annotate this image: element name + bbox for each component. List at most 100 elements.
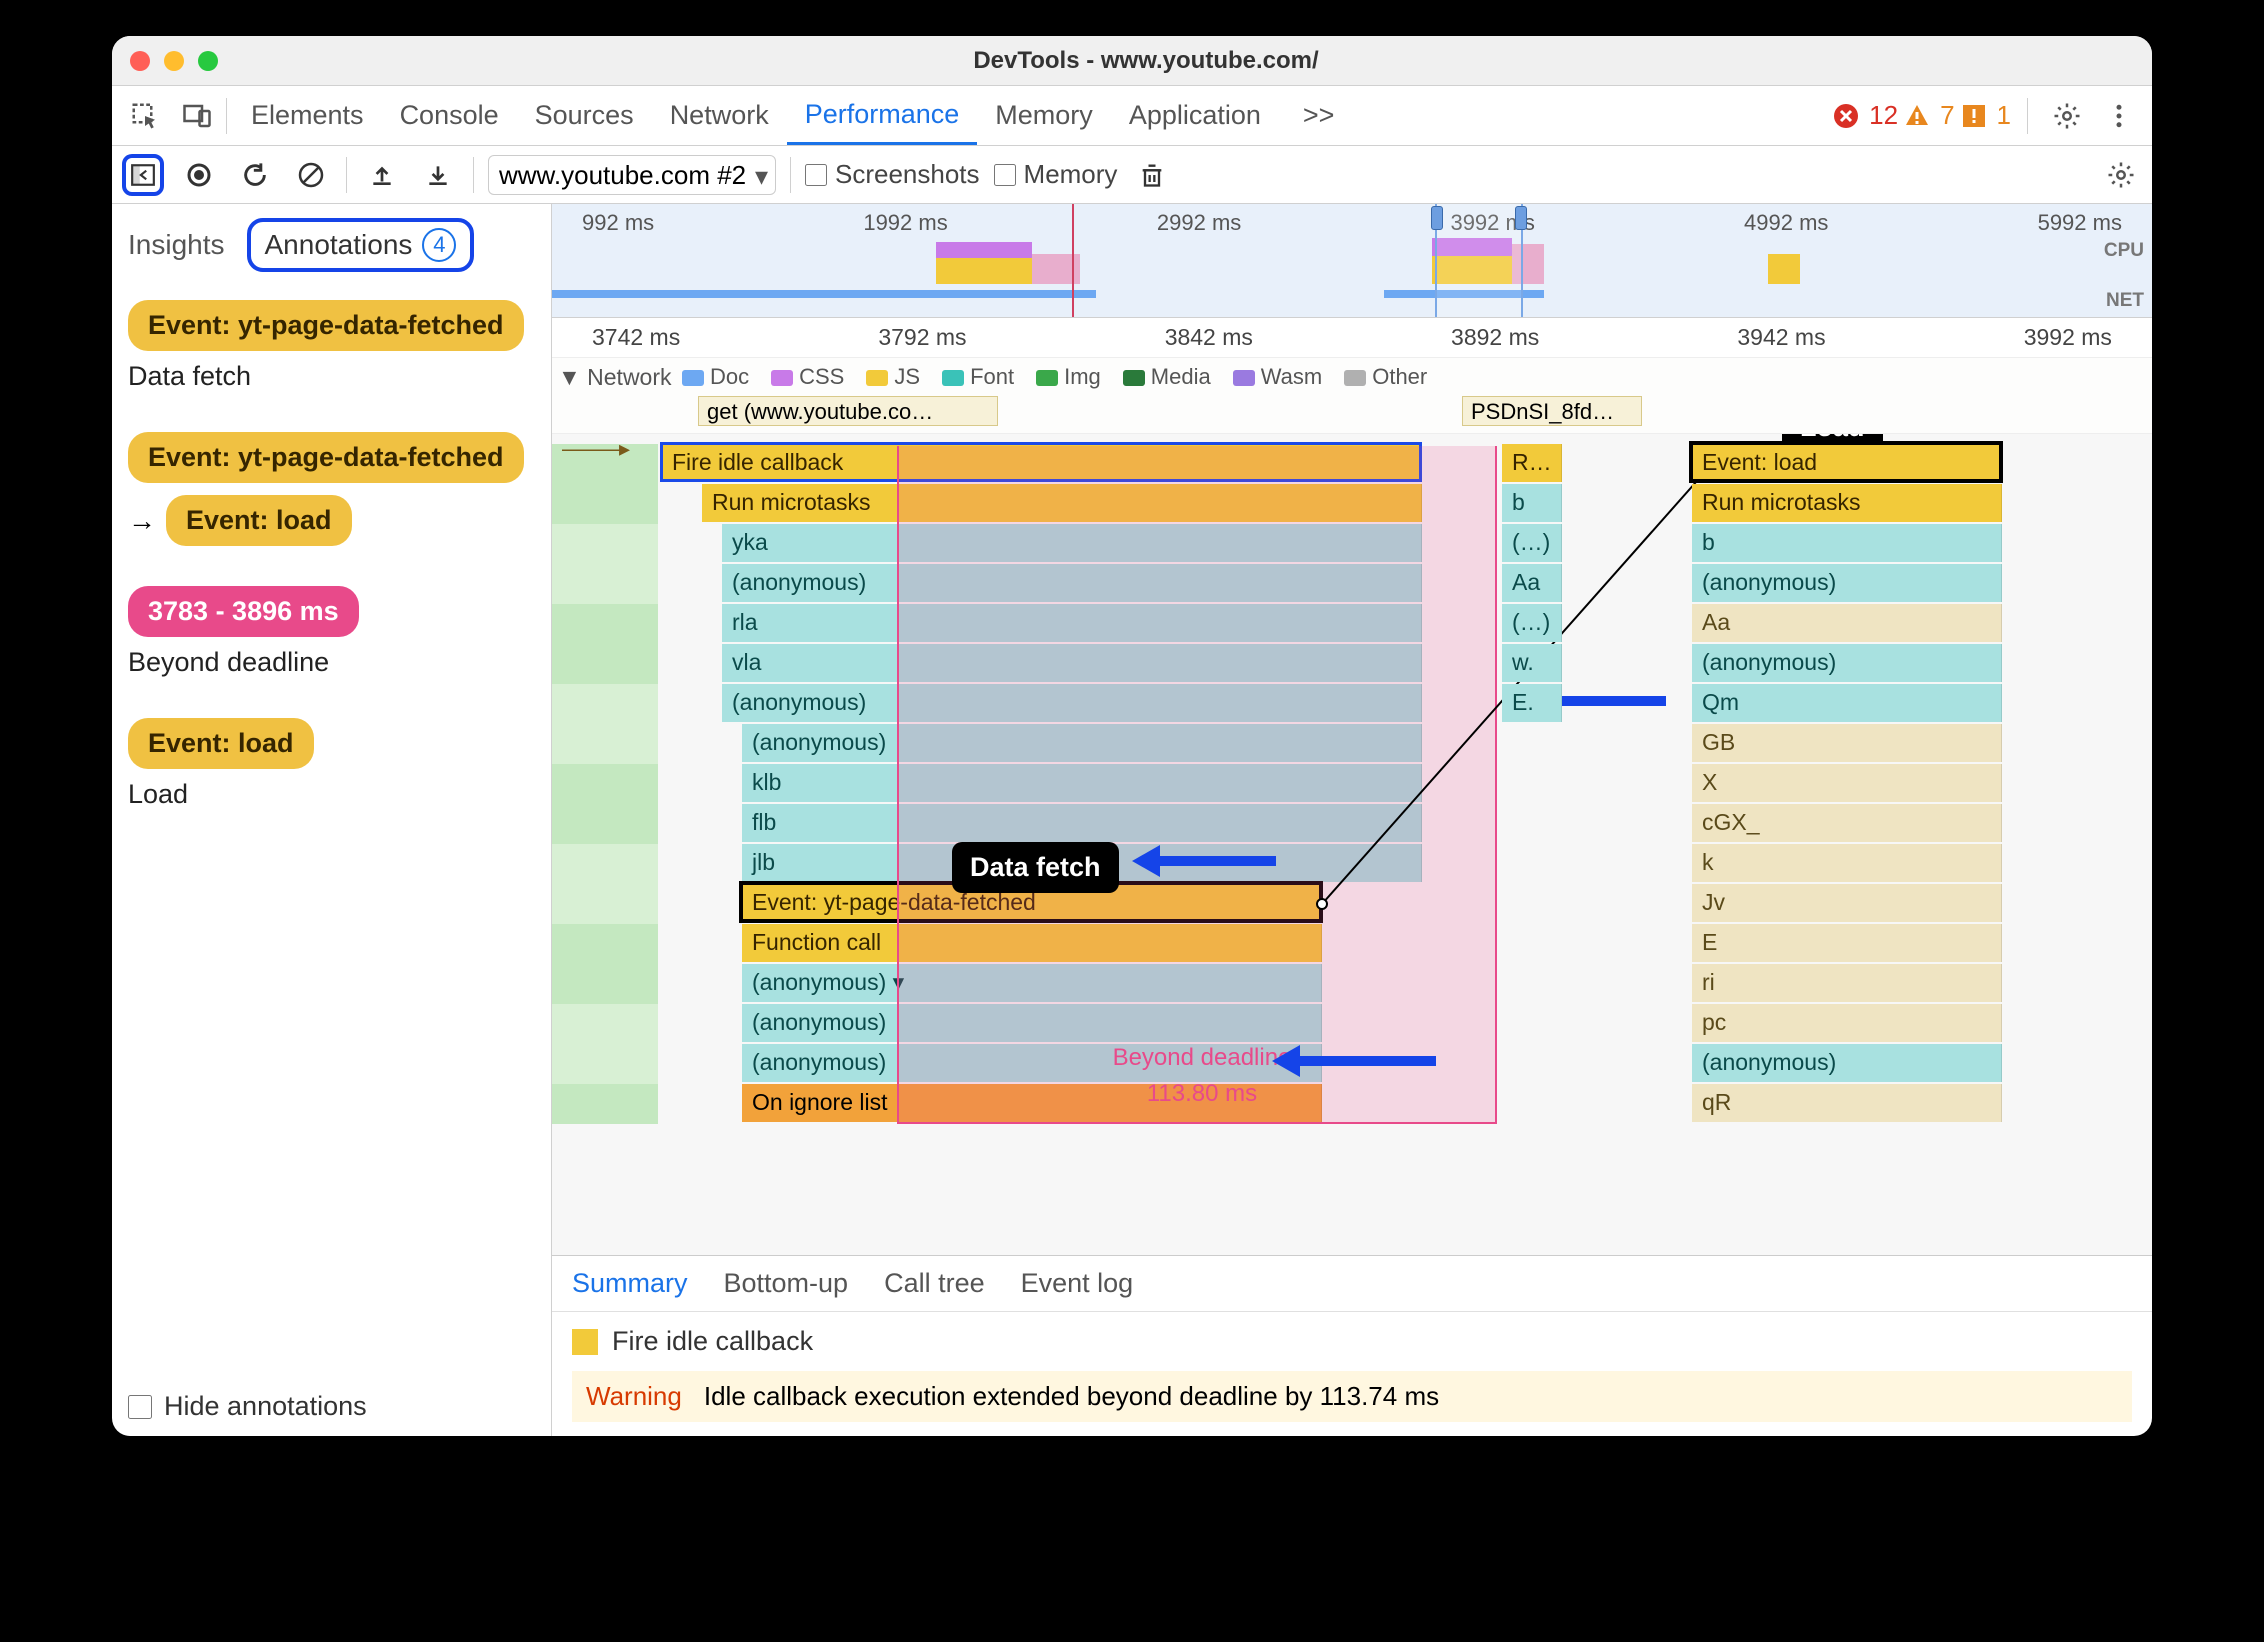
flame-bar[interactable]: X bbox=[1692, 764, 2002, 802]
time-ruler[interactable]: 3742 ms3792 ms3842 ms3892 ms3942 ms3992 … bbox=[552, 318, 2152, 358]
close-window-button[interactable] bbox=[130, 51, 150, 71]
frames-track bbox=[552, 444, 658, 1124]
hide-annotations-checkbox[interactable]: Hide annotations bbox=[128, 1371, 535, 1422]
performance-area: 992 ms1992 ms2992 ms3992 ms4992 ms5992 m… bbox=[552, 204, 2152, 1436]
overview-time-label: 4992 ms bbox=[1744, 210, 1828, 236]
ruler-time-label: 3942 ms bbox=[1737, 324, 1825, 357]
inspect-element-icon[interactable] bbox=[122, 93, 168, 139]
legend-wasm: Wasm bbox=[1233, 364, 1323, 390]
clear-button[interactable] bbox=[290, 154, 332, 196]
overview-time-label: 992 ms bbox=[582, 210, 654, 236]
tab-elements[interactable]: Elements bbox=[233, 86, 382, 145]
flame-bar[interactable]: (anonymous) bbox=[1692, 1044, 2002, 1082]
settings-icon[interactable] bbox=[2044, 93, 2090, 139]
annotations-sidebar: Insights Annotations 4 Event: yt-page-da… bbox=[112, 204, 552, 1436]
flame-bar[interactable]: b bbox=[1692, 524, 2002, 562]
flame-bar[interactable]: cGX_ bbox=[1692, 804, 2002, 842]
annotation-count-badge: 4 bbox=[422, 228, 456, 262]
flame-bar[interactable]: E. bbox=[1502, 684, 1562, 722]
warning-counter[interactable]: 7 bbox=[1904, 100, 1954, 131]
ruler-time-label: 3842 ms bbox=[1165, 324, 1253, 357]
time-range-overlay bbox=[897, 446, 1497, 1124]
tab-network[interactable]: Network bbox=[652, 86, 787, 145]
flame-bar[interactable]: b bbox=[1502, 484, 1562, 522]
more-tabs[interactable]: >> bbox=[1285, 86, 1353, 145]
network-request[interactable]: get (www.youtube.co… bbox=[698, 396, 998, 426]
annotation-item[interactable]: Event: load Load bbox=[128, 718, 535, 810]
details-tab-bottom-up[interactable]: Bottom-up bbox=[724, 1268, 849, 1299]
devtools-tabbar: ElementsConsoleSourcesNetworkPerformance… bbox=[112, 86, 2152, 146]
flame-bar[interactable]: Run microtasks bbox=[1692, 484, 2002, 522]
flame-bar[interactable]: (anonymous) bbox=[1692, 564, 2002, 602]
tab-console[interactable]: Console bbox=[382, 86, 517, 145]
trace-select[interactable]: www.youtube.com #2 bbox=[488, 155, 776, 195]
flame-bar[interactable]: Qm bbox=[1692, 684, 2002, 722]
flame-bar[interactable]: (…) bbox=[1502, 524, 1562, 562]
timeline-overview[interactable]: 992 ms1992 ms2992 ms3992 ms4992 ms5992 m… bbox=[552, 204, 2152, 318]
toggle-sidebar-button[interactable] bbox=[122, 154, 164, 196]
flame-bar[interactable]: R… bbox=[1502, 444, 1562, 482]
ruler-time-label: 3742 ms bbox=[592, 324, 680, 357]
annotations-tab[interactable]: Annotations 4 bbox=[247, 218, 475, 272]
details-tab-summary[interactable]: Summary bbox=[572, 1268, 688, 1299]
callout-data-fetch: Data fetch bbox=[952, 842, 1119, 893]
flame-bar[interactable]: E bbox=[1692, 924, 2002, 962]
legend-js: JS bbox=[866, 364, 920, 390]
download-trace-button[interactable] bbox=[417, 154, 459, 196]
flame-bar[interactable]: Jv bbox=[1692, 884, 2002, 922]
annotation-event-tag: Event: yt-page-data-fetched bbox=[128, 300, 524, 351]
flame-bar[interactable]: pc bbox=[1692, 1004, 2002, 1042]
annotation-item[interactable]: Event: yt-page-data-fetched → Event: loa… bbox=[128, 432, 535, 546]
flame-bar[interactable]: Aa bbox=[1692, 604, 2002, 642]
error-counter[interactable]: 12 bbox=[1833, 100, 1898, 131]
legend-other: Other bbox=[1344, 364, 1427, 390]
screenshots-checkbox[interactable]: Screenshots bbox=[805, 159, 980, 190]
annotation-item[interactable]: 3783 - 3896 ms Beyond deadline bbox=[128, 586, 535, 678]
insights-tab[interactable]: Insights bbox=[128, 229, 225, 261]
flame-bar[interactable]: Aa bbox=[1502, 564, 1562, 602]
flame-bar[interactable]: k bbox=[1692, 844, 2002, 882]
network-toggle[interactable]: ▼ Network bbox=[558, 364, 672, 391]
warning-label: Warning bbox=[586, 1381, 682, 1412]
details-tab-call-tree[interactable]: Call tree bbox=[884, 1268, 985, 1299]
flame-chart[interactable]: Fire idle callback———▸Run microtasksyka(… bbox=[552, 434, 2152, 1255]
summary-event-name: Fire idle callback bbox=[612, 1326, 813, 1357]
details-pane: Summary Bottom-up Call tree Event log Fire … bbox=[552, 1255, 2152, 1436]
annotation-link-tag: Event: load bbox=[166, 495, 352, 546]
flame-bar[interactable]: w. bbox=[1502, 644, 1562, 682]
annotation-label: Beyond deadline bbox=[128, 647, 535, 678]
device-toolbar-icon[interactable] bbox=[174, 93, 220, 139]
flame-bar[interactable]: (anonymous) bbox=[1692, 644, 2002, 682]
traffic-lights bbox=[130, 51, 218, 71]
legend-font: Font bbox=[942, 364, 1014, 390]
memory-checkbox[interactable]: Memory bbox=[994, 159, 1118, 190]
flame-bar[interactable]: ri bbox=[1692, 964, 2002, 1002]
annotation-event-tag: Event: yt-page-data-fetched bbox=[128, 432, 524, 483]
reload-record-button[interactable] bbox=[234, 154, 276, 196]
annotation-item[interactable]: Event: yt-page-data-fetched Data fetch bbox=[128, 300, 535, 392]
flame-bar[interactable]: (…) bbox=[1502, 604, 1562, 642]
upload-trace-button[interactable] bbox=[361, 154, 403, 196]
capture-settings-icon[interactable] bbox=[2100, 154, 2142, 196]
kebab-menu-icon[interactable] bbox=[2096, 93, 2142, 139]
network-track[interactable]: ▼ Network DocCSSJSFontImgMediaWasmOther … bbox=[552, 358, 2152, 434]
tab-memory[interactable]: Memory bbox=[977, 86, 1111, 145]
minimize-window-button[interactable] bbox=[164, 51, 184, 71]
flame-bar[interactable]: Event: load bbox=[1692, 444, 2002, 482]
flame-bar[interactable]: GB bbox=[1692, 724, 2002, 762]
maximize-window-button[interactable] bbox=[198, 51, 218, 71]
ruler-time-label: 3992 ms bbox=[2024, 324, 2112, 357]
flame-bar[interactable]: qR bbox=[1692, 1084, 2002, 1122]
record-button[interactable] bbox=[178, 154, 220, 196]
window-title: DevTools - www.youtube.com/ bbox=[218, 47, 2074, 75]
network-request[interactable]: PSDnSI_8fd… bbox=[1462, 396, 1642, 426]
devtools-window: DevTools - www.youtube.com/ ElementsCons… bbox=[112, 36, 2152, 1436]
tab-sources[interactable]: Sources bbox=[517, 86, 652, 145]
tab-performance[interactable]: Performance bbox=[787, 86, 978, 145]
gc-button[interactable] bbox=[1131, 154, 1173, 196]
tab-application[interactable]: Application bbox=[1111, 86, 1279, 145]
legend-media: Media bbox=[1123, 364, 1211, 390]
summary-event: Fire idle callback bbox=[572, 1326, 2132, 1357]
issue-counter[interactable]: 1 bbox=[1961, 100, 2011, 131]
details-tab-event-log[interactable]: Event log bbox=[1021, 1268, 1134, 1299]
